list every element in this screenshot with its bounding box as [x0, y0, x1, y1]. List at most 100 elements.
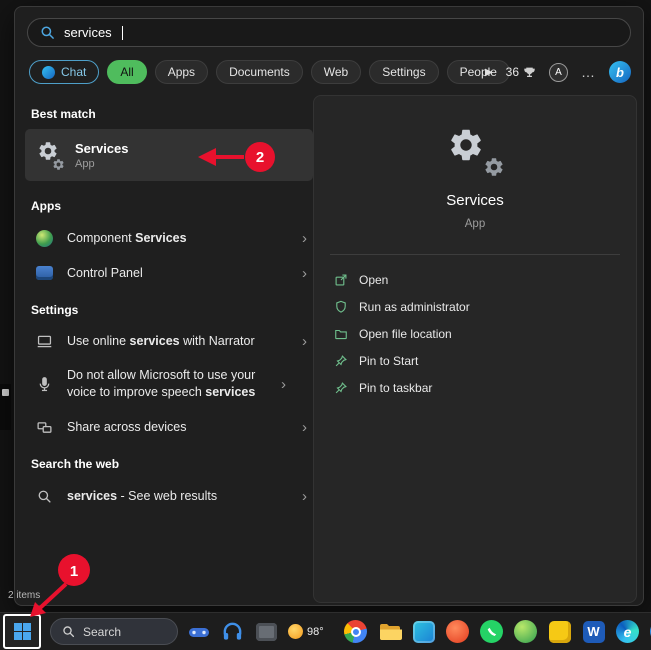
- yellow-app-icon[interactable]: [547, 619, 572, 644]
- action-label: Open file location: [359, 327, 452, 341]
- pc-app-icon[interactable]: [254, 619, 279, 644]
- taskbar-icons: 98° W e: [186, 619, 651, 644]
- result-label: Use online services with Narrator: [67, 333, 255, 348]
- word-icon[interactable]: W: [581, 619, 606, 644]
- windows-search-flyout: services Chat All Apps Documents Web Set…: [14, 6, 644, 606]
- weather-widget[interactable]: 98°: [288, 624, 334, 639]
- green-app-icon[interactable]: [513, 619, 538, 644]
- component-services-icon: [33, 229, 55, 247]
- taskbar-search[interactable]: Search: [50, 618, 178, 645]
- more-options-icon[interactable]: …: [581, 64, 596, 80]
- preview-title: Services: [446, 192, 504, 209]
- control-panel-icon: [33, 266, 55, 280]
- taskbar-search-label: Search: [83, 624, 122, 639]
- sun-icon: [288, 624, 303, 639]
- best-match-heading: Best match: [31, 107, 96, 121]
- text-caret: [121, 25, 123, 40]
- result-narrator-setting[interactable]: Use online services with Narrator ›: [25, 326, 313, 356]
- bing-letter: b: [616, 64, 624, 80]
- microphone-icon: [33, 376, 55, 393]
- action-label: Pin to taskbar: [359, 381, 433, 395]
- edge-icon[interactable]: e: [615, 619, 640, 644]
- search-query-text: services: [64, 25, 112, 40]
- result-control-panel[interactable]: Control Panel ›: [25, 258, 313, 288]
- result-label: Do not allow Microsoft to use your voice…: [67, 368, 256, 399]
- best-match-title: Services: [75, 140, 129, 156]
- account-avatar[interactable]: A: [549, 62, 568, 82]
- chevron-right-icon: ›: [302, 229, 307, 247]
- divider: [330, 254, 620, 255]
- result-label: Control Panel: [67, 265, 143, 280]
- file-explorer-icon[interactable]: [377, 619, 402, 644]
- chevron-right-icon: ›: [302, 264, 307, 282]
- result-share-devices[interactable]: Share across devices ›: [25, 412, 313, 442]
- services-gears-icon-large: [443, 126, 507, 178]
- game-bar-icon[interactable]: [186, 619, 211, 644]
- best-match-text: Services App: [75, 141, 129, 170]
- action-open-file-location[interactable]: Open file location: [334, 322, 622, 346]
- result-speech-setting[interactable]: Do not allow Microsoft to use your voice…: [25, 361, 313, 407]
- narrator-icon: [33, 333, 55, 350]
- whatsapp-icon[interactable]: [479, 619, 504, 644]
- best-match-subtitle: App: [75, 157, 95, 170]
- action-pin-to-start[interactable]: Pin to Start: [334, 349, 622, 373]
- search-input[interactable]: services: [27, 18, 631, 47]
- tab-apps[interactable]: Apps: [154, 60, 209, 84]
- tab-apps-label: Apps: [167, 65, 196, 79]
- tab-all-label: All: [120, 65, 134, 79]
- web-search-icon: [33, 489, 55, 504]
- open-icon: [335, 274, 347, 286]
- edge-letter: e: [623, 623, 632, 640]
- result-label: Share across devices: [67, 419, 187, 434]
- teal-app-icon[interactable]: [411, 619, 436, 644]
- bing-chat-icon: [42, 65, 55, 79]
- more-filters-icon[interactable]: ▶: [485, 67, 493, 78]
- action-pin-to-taskbar[interactable]: Pin to taskbar: [334, 376, 622, 400]
- web-section-heading: Search the web: [31, 457, 120, 471]
- tab-web[interactable]: Web: [310, 60, 362, 84]
- preview-panel: Services App Open Run as administrator O…: [313, 95, 637, 603]
- result-component-services[interactable]: Component Services ›: [25, 223, 313, 253]
- result-web-search[interactable]: services - See web results ›: [25, 481, 313, 511]
- chevron-right-icon: ›: [302, 418, 307, 436]
- word-letter: W: [587, 624, 600, 639]
- rewards-badge[interactable]: 36: [506, 65, 536, 79]
- share-devices-icon: [33, 419, 55, 436]
- tab-documents-label: Documents: [229, 65, 290, 79]
- action-label: Open: [359, 273, 389, 287]
- settings-section-heading: Settings: [31, 303, 79, 317]
- orange-app-icon[interactable]: [445, 619, 470, 644]
- filter-tabs: Chat All Apps Documents Web Settings Peo…: [29, 60, 510, 84]
- chevron-right-icon: ›: [281, 375, 286, 393]
- search-icon: [41, 26, 54, 39]
- headset-icon[interactable]: [220, 619, 245, 644]
- chrome-icon[interactable]: [343, 619, 368, 644]
- tab-documents[interactable]: Documents: [216, 60, 303, 84]
- action-open[interactable]: Open: [334, 268, 622, 292]
- search-icon: [63, 626, 75, 638]
- action-label: Pin to Start: [359, 354, 419, 368]
- tab-settings[interactable]: Settings: [369, 60, 439, 84]
- tab-settings-label: Settings: [382, 65, 426, 79]
- pin-icon: [335, 382, 347, 394]
- apps-section-heading: Apps: [31, 199, 61, 213]
- rewards-points: 36: [505, 65, 519, 79]
- weather-temp: 98°: [307, 625, 324, 638]
- tab-chat-label: Chat: [61, 65, 87, 79]
- avatar-letter: A: [555, 66, 562, 78]
- result-label: Component Services: [67, 230, 187, 245]
- taskbar: Search 98° W e: [0, 612, 651, 650]
- action-label: Run as administrator: [359, 300, 470, 314]
- tab-all[interactable]: All: [107, 60, 147, 84]
- folder-icon: [335, 329, 347, 340]
- bing-icon[interactable]: b: [609, 61, 631, 83]
- action-run-as-admin[interactable]: Run as administrator: [334, 295, 622, 319]
- tab-web-label: Web: [323, 65, 349, 79]
- chevron-right-icon: ›: [302, 487, 307, 505]
- preview-subtitle: App: [464, 218, 486, 230]
- tab-chat[interactable]: Chat: [29, 60, 100, 84]
- best-match-result[interactable]: Services App: [25, 129, 313, 181]
- chevron-right-icon: ›: [302, 332, 307, 350]
- result-label: services - See web results: [67, 488, 218, 503]
- start-button[interactable]: [3, 614, 41, 649]
